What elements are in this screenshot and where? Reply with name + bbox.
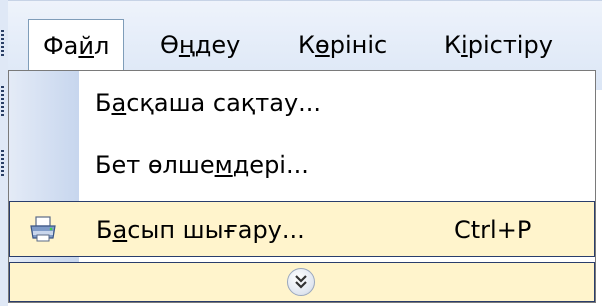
double-chevron-down-icon — [287, 268, 315, 296]
grip-handle[interactable] — [1, 30, 4, 56]
grip-handle[interactable] — [1, 86, 4, 116]
toolbar-grip-strip — [0, 0, 8, 306]
menu-item-page-setup[interactable]: Бет өлшемдері... — [9, 137, 595, 193]
menu-view[interactable]: Көрініс — [284, 19, 401, 71]
menu-insert[interactable]: Кірістіру — [430, 19, 567, 71]
menu-item-save-as[interactable]: Басқаша сақтау... — [9, 75, 595, 131]
printer-icon — [30, 216, 56, 242]
file-menu-dropdown: Басқаша сақтау... Бет өлшемдері... Басып… — [8, 70, 596, 303]
menu-item-print[interactable]: Басып шығару... Ctrl+P — [9, 201, 595, 257]
menu-file[interactable]: Файл — [28, 19, 125, 73]
grip-handle[interactable] — [1, 150, 4, 178]
print-shortcut: Ctrl+P — [454, 216, 532, 244]
menu-edit[interactable]: Өңдеу — [146, 19, 254, 71]
expand-menu-button[interactable] — [9, 262, 595, 302]
